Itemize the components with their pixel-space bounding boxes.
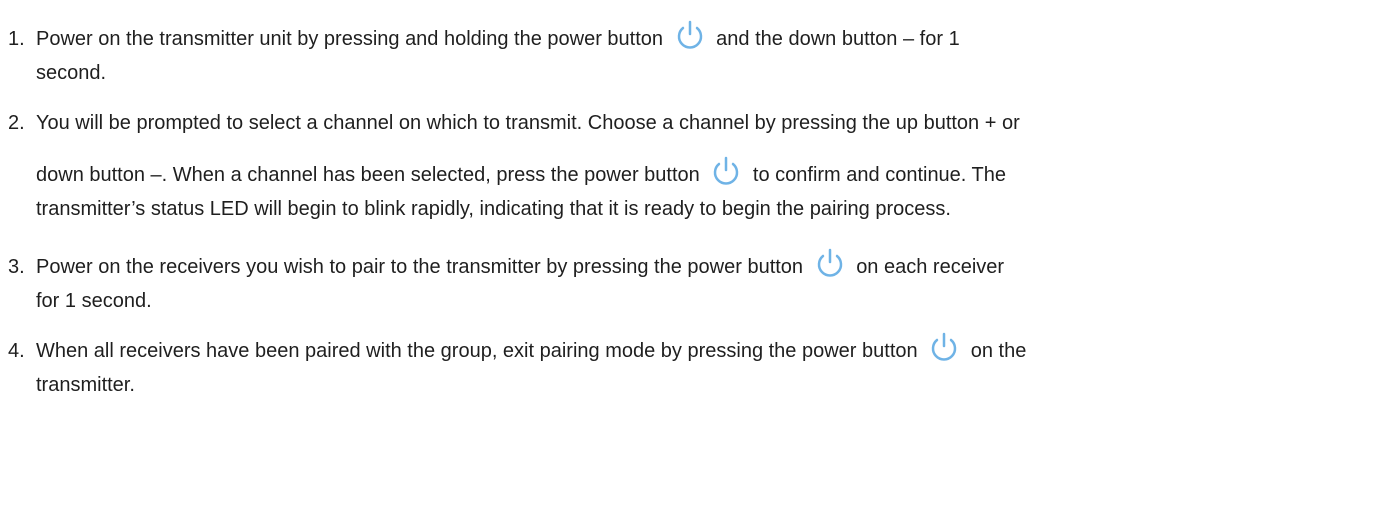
step-text: Power on the transmitter unit by pressin… <box>36 28 664 50</box>
step-text: When all receivers have been paired with… <box>36 340 918 362</box>
step-text: on the <box>970 340 1027 362</box>
step-text: on each receiver <box>856 256 1005 278</box>
step-text: to confirm and continue. The <box>752 164 1007 186</box>
step-4: 4. When all receivers have been paired wi… <box>8 331 1391 369</box>
step-1: 1. Power on the transmitter unit by press… <box>8 19 1391 57</box>
step-number: 3. <box>8 256 25 278</box>
step-number: 2. <box>8 112 25 134</box>
step-number: 1. <box>8 28 25 50</box>
power-icon <box>813 247 847 281</box>
step-2-line-3: transmitter’s status LED will begin to b… <box>36 198 951 220</box>
step-text: Power on the receivers you wish to pair … <box>36 256 804 278</box>
step-3: 3. Power on the receivers you wish to pai… <box>8 247 1391 285</box>
step-text: You will be prompted to select a channel… <box>36 112 1020 134</box>
step-3-continuation: for 1 second. <box>36 290 152 312</box>
power-icon <box>673 19 707 53</box>
step-number: 4. <box>8 340 25 362</box>
step-text: and the down button – for 1 <box>716 28 960 50</box>
step-4-continuation: transmitter. <box>36 374 135 396</box>
step-2-line-2: down button –. When a channel has been s… <box>36 155 1006 193</box>
power-icon <box>709 155 743 189</box>
power-icon <box>927 331 961 365</box>
step-2: 2. You will be prompted to select a chann… <box>8 105 1391 141</box>
step-1-continuation: second. <box>36 62 107 84</box>
step-text: down button –. When a channel has been s… <box>36 164 700 186</box>
